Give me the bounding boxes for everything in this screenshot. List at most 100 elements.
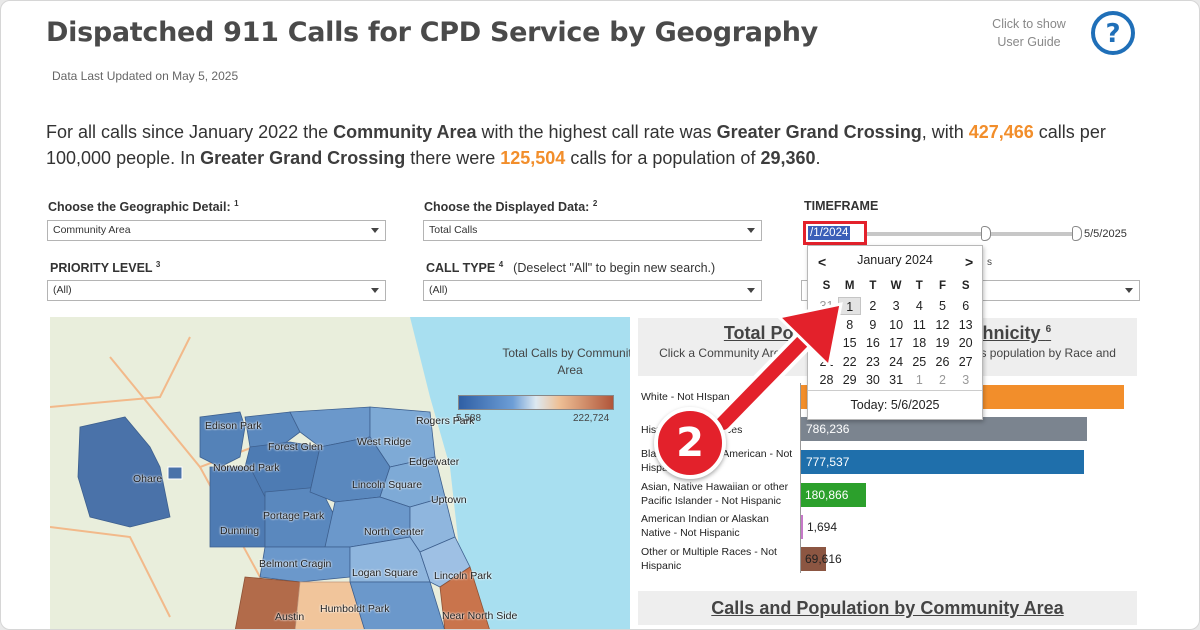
calendar-day[interactable]: 13 bbox=[954, 316, 977, 334]
calendar-day[interactable]: 17 bbox=[885, 334, 908, 352]
bar-black[interactable]: 777,537 bbox=[801, 450, 1084, 474]
today-button[interactable]: Today: 5/6/2025 bbox=[808, 398, 982, 412]
bar-axis bbox=[800, 383, 801, 573]
guide-line-2: User Guide bbox=[997, 35, 1061, 49]
date-picker-popup[interactable]: < January 2024 > S M T W T F S 31 1 2 3 4 5 6 7 8 9 10 11 1… bbox=[807, 245, 983, 420]
weekday-header: W bbox=[890, 280, 902, 292]
map-legend-gradient bbox=[458, 395, 614, 410]
step-number-badge: 2 bbox=[654, 407, 726, 479]
map-label-ohare: Ohare bbox=[133, 473, 163, 485]
bar-other[interactable]: 69,616 bbox=[801, 547, 842, 571]
timeframe-end-handle[interactable] bbox=[1072, 226, 1082, 241]
calendar-day[interactable]: 31 bbox=[815, 297, 838, 315]
map-label-dunning: Dunning bbox=[220, 525, 260, 537]
calendar-day[interactable]: 9 bbox=[861, 316, 884, 334]
map-label-edison-park: Edison Park bbox=[205, 420, 262, 432]
summary-area-2: Greater Grand Crossing bbox=[200, 148, 406, 168]
calendar-day[interactable]: 18 bbox=[908, 334, 931, 352]
start-date-input[interactable]: /1/2024 bbox=[803, 221, 867, 245]
call-type-label: CALL TYPE 4 (Deselect "All" to begin new … bbox=[426, 260, 716, 276]
map-label-belmont-cragin: Belmont Cragin bbox=[259, 558, 332, 570]
bar-asian[interactable]: 180,866 bbox=[801, 483, 866, 507]
map-label-edgewater: Edgewater bbox=[409, 456, 460, 468]
calendar-day[interactable]: 31 bbox=[885, 371, 908, 389]
calendar-day[interactable]: 20 bbox=[954, 334, 977, 352]
calendar-day[interactable]: 25 bbox=[908, 353, 931, 371]
call-type-dropdown[interactable]: (All) bbox=[423, 280, 762, 301]
calendar-day[interactable]: 7 bbox=[815, 316, 838, 334]
calendar-day[interactable]: 3 bbox=[954, 371, 977, 389]
page-title: Dispatched 911 Calls for CPD Service by … bbox=[46, 17, 818, 48]
calendar-day[interactable]: 27 bbox=[954, 353, 977, 371]
last-updated: Data Last Updated on May 5, 2025 bbox=[52, 69, 239, 83]
map-label-lincoln-square: Lincoln Square bbox=[352, 479, 423, 491]
svg-text:?: ? bbox=[1105, 19, 1120, 49]
map-legend-max: 222,724 bbox=[573, 413, 610, 424]
dashboard: Dispatched 911 Calls for CPD Service by … bbox=[0, 0, 1200, 630]
calendar-day[interactable]: 5 bbox=[931, 297, 954, 315]
calendar-day[interactable]: 14 bbox=[815, 334, 838, 352]
map-label-lincoln-park: Lincoln Park bbox=[434, 570, 492, 582]
race-label-other: Other or Multiple Races - Not Hispanic bbox=[641, 546, 777, 572]
choropleth-map[interactable]: Rogers Park Edison Park West Ridge Fores… bbox=[50, 317, 630, 629]
calendar-day[interactable]: 23 bbox=[861, 353, 884, 371]
calendar-day[interactable]: 11 bbox=[908, 316, 931, 334]
calendar-day[interactable]: 1 bbox=[908, 371, 931, 389]
map-label-west-ridge: West Ridge bbox=[357, 436, 412, 448]
bar-value-asian: 180,866 bbox=[805, 488, 849, 502]
bar-value-other: 69,616 bbox=[805, 552, 842, 566]
calendar-day[interactable]: 15 bbox=[838, 334, 861, 352]
map-label-north-center: North Center bbox=[364, 526, 425, 538]
weekday-header: T bbox=[869, 280, 877, 292]
map-label-forest-glen: Forest Glen bbox=[268, 441, 323, 453]
next-month-button[interactable]: > bbox=[965, 254, 973, 270]
map-label-near-north-side: Near North Side bbox=[442, 610, 518, 622]
calendar-day[interactable]: 29 bbox=[838, 371, 861, 389]
geo-detail-dropdown[interactable]: Community Area bbox=[47, 220, 386, 241]
map-legend-min: 5,588 bbox=[456, 413, 482, 424]
calendar-day[interactable]: 24 bbox=[885, 353, 908, 371]
timeframe-start-handle[interactable] bbox=[981, 226, 991, 241]
calendar-day[interactable]: 30 bbox=[861, 371, 884, 389]
calendar-day[interactable]: 19 bbox=[931, 334, 954, 352]
calendar-day[interactable]: 12 bbox=[931, 316, 954, 334]
calendar-day[interactable]: 21 bbox=[815, 353, 838, 371]
calendar-day[interactable]: 10 bbox=[885, 316, 908, 334]
summary-population: 29,360 bbox=[760, 148, 816, 168]
summary-area: Greater Grand Crossing bbox=[716, 122, 922, 142]
calendar-day[interactable]: 22 bbox=[838, 353, 861, 371]
chevron-down-icon bbox=[371, 228, 379, 233]
timeframe-slider-track[interactable] bbox=[867, 232, 1077, 236]
community-area-panel-title: Calls and Population by Community Area bbox=[711, 598, 1064, 618]
calendar-day[interactable]: 16 bbox=[861, 334, 884, 352]
calendar-day[interactable]: 26 bbox=[931, 353, 954, 371]
calendar-day[interactable]: 4 bbox=[908, 297, 931, 315]
race-label-asian: Asian, Native Hawaiian or other Pacific … bbox=[641, 481, 789, 507]
displayed-data-dropdown[interactable]: Total Calls bbox=[423, 220, 762, 241]
chevron-down-icon bbox=[1125, 288, 1133, 293]
calendar-day[interactable]: 2 bbox=[861, 297, 884, 315]
chevron-down-icon bbox=[371, 288, 379, 293]
weekday-header: M bbox=[844, 280, 855, 292]
calendar-day[interactable]: 6 bbox=[954, 297, 977, 315]
geo-detail-label: Choose the Geographic Detail: 1 bbox=[48, 199, 239, 215]
call-type-note: (Deselect "All" to begin new search.) bbox=[513, 261, 716, 276]
map-label-austin: Austin bbox=[275, 611, 305, 623]
displayed-data-label: Choose the Displayed Data: 2 bbox=[424, 199, 598, 215]
weekday-header: T bbox=[915, 280, 923, 292]
calendar-day[interactable]: 1 bbox=[838, 297, 862, 315]
bar-value-hispanic: 786,236 bbox=[806, 422, 850, 436]
priority-level-dropdown[interactable]: (All) bbox=[47, 280, 386, 301]
user-guide-link[interactable]: Click to show User Guide bbox=[981, 15, 1077, 51]
end-date-label: 5/5/2025 bbox=[1084, 228, 1127, 240]
calendar-day[interactable]: 28 bbox=[815, 371, 838, 389]
question-circle-icon[interactable]: ? bbox=[1089, 9, 1137, 57]
calendar-day[interactable]: 8 bbox=[838, 316, 861, 334]
calendar-day[interactable]: 2 bbox=[931, 371, 954, 389]
bar-american-indian[interactable]: 1,694 bbox=[801, 515, 837, 539]
race-label-american-indian: American Indian or Alaskan Native - Not … bbox=[641, 513, 769, 539]
calendar-day[interactable]: 3 bbox=[885, 297, 908, 315]
weekday-header: F bbox=[938, 280, 947, 292]
start-date-selection: /1/2024 bbox=[808, 226, 851, 240]
bar-hispanic[interactable]: 786,236 bbox=[801, 417, 1087, 441]
